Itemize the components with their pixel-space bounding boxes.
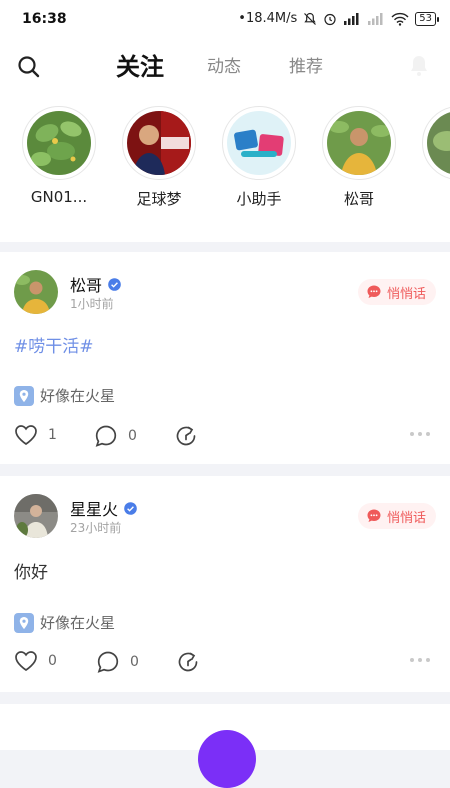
post-author[interactable]: 星星火 <box>70 496 137 520</box>
more-options-icon[interactable] <box>410 658 430 662</box>
story-name: 龙 <box>414 188 450 209</box>
story-avatar-ring <box>422 106 450 180</box>
story-avatar-ring <box>122 106 196 180</box>
story-name: 足球梦 <box>136 190 182 208</box>
like-button[interactable]: 0 <box>14 650 57 672</box>
story-avatar-ring <box>222 106 296 180</box>
whisper-button[interactable]: 悄悄话 <box>357 279 436 305</box>
comment-count: 0 <box>128 428 137 444</box>
whisper-chat-icon <box>367 509 381 522</box>
post-content: #唠干活# <box>14 332 94 357</box>
status-time: 16:38 <box>22 11 67 27</box>
post-location[interactable]: 好像在火星 <box>14 385 115 406</box>
status-bar: 16:38 •18.4M/s 53 <box>0 0 450 40</box>
story-item[interactable]: GN01... <box>14 106 104 206</box>
story-avatar-ring <box>322 106 396 180</box>
search-icon[interactable] <box>16 54 42 80</box>
avatar <box>227 111 291 175</box>
following-stories: GN01... 足球梦 小助手 松哥 <box>0 94 450 242</box>
alarm-icon <box>324 13 336 25</box>
story-item[interactable]: 松哥 <box>314 106 404 209</box>
location-pin-icon <box>14 612 34 633</box>
create-post-button[interactable] <box>198 730 256 788</box>
comment-bubble-icon <box>97 651 119 673</box>
battery-indicator: 53 <box>415 11 439 26</box>
share-button[interactable] <box>176 650 200 674</box>
wifi-icon <box>391 12 409 26</box>
post-location[interactable]: 好像在火星 <box>14 612 115 633</box>
story-avatar-ring <box>22 106 96 180</box>
story-item[interactable]: 龙 <box>414 106 450 209</box>
avatar <box>27 111 91 175</box>
location-pin-icon <box>14 385 34 406</box>
author-name: 星星火 <box>70 500 119 519</box>
post-card: 星星火 23小时前 悄悄话 你好 好像在火星 0 0 <box>0 476 450 692</box>
top-nav: 关注 动态 推荐 <box>0 40 450 94</box>
location-text: 好像在火星 <box>40 387 116 405</box>
avatar[interactable] <box>14 270 58 314</box>
comment-count: 0 <box>130 654 139 670</box>
mute-bell-icon <box>304 12 317 25</box>
network-speed: •18.4M/s <box>238 11 298 26</box>
bell-icon[interactable] <box>408 54 430 78</box>
comment-button[interactable]: 0 <box>94 424 137 448</box>
verified-badge-icon <box>124 501 137 515</box>
heart-icon <box>15 651 37 672</box>
like-button[interactable]: 1 <box>14 424 57 446</box>
story-name: 小助手 <box>236 190 282 208</box>
story-name: 松哥 <box>343 190 374 208</box>
heart-icon <box>15 425 37 446</box>
share-button[interactable] <box>174 424 198 448</box>
post-actions: 1 0 <box>14 424 444 454</box>
avatar <box>127 111 191 175</box>
tab-recommended[interactable]: 推荐 <box>289 40 323 94</box>
avatar[interactable] <box>14 494 58 538</box>
signal-weak-icon <box>368 12 383 25</box>
avatar <box>427 111 450 175</box>
share-icon <box>178 652 198 672</box>
whisper-label: 悄悄话 <box>386 510 426 526</box>
whisper-chat-icon <box>367 285 381 298</box>
like-count: 0 <box>48 653 57 669</box>
story-item[interactable]: 足球梦 <box>114 106 204 209</box>
post-card: 松哥 1小时前 悄悄话 #唠干活# 好像在火星 1 0 <box>0 252 450 464</box>
like-count: 1 <box>48 427 57 443</box>
comment-bubble-icon <box>95 425 117 447</box>
post-time: 23小时前 <box>70 521 122 535</box>
signal-icon <box>344 12 359 25</box>
post-author[interactable]: 松哥 <box>70 272 121 296</box>
hashtag-link[interactable]: #唠干活# <box>14 337 94 357</box>
post-time: 1小时前 <box>70 297 114 311</box>
share-icon <box>176 426 196 446</box>
status-indicators: •18.4M/s 53 <box>238 11 439 26</box>
more-options-icon[interactable] <box>410 432 430 436</box>
post-content: 你好 <box>14 563 48 583</box>
story-name: GN01... <box>30 188 88 206</box>
post-actions: 0 0 <box>14 650 444 680</box>
comment-button[interactable]: 0 <box>96 650 139 674</box>
author-name: 松哥 <box>70 276 103 295</box>
tab-following[interactable]: 关注 <box>116 40 164 94</box>
avatar <box>327 111 391 175</box>
whisper-button[interactable]: 悄悄话 <box>357 503 436 529</box>
tab-moments[interactable]: 动态 <box>207 40 241 94</box>
verified-badge-icon <box>108 277 121 291</box>
location-text: 好像在火星 <box>40 614 116 632</box>
whisper-label: 悄悄话 <box>386 286 426 302</box>
story-item[interactable]: 小助手 <box>214 106 304 209</box>
